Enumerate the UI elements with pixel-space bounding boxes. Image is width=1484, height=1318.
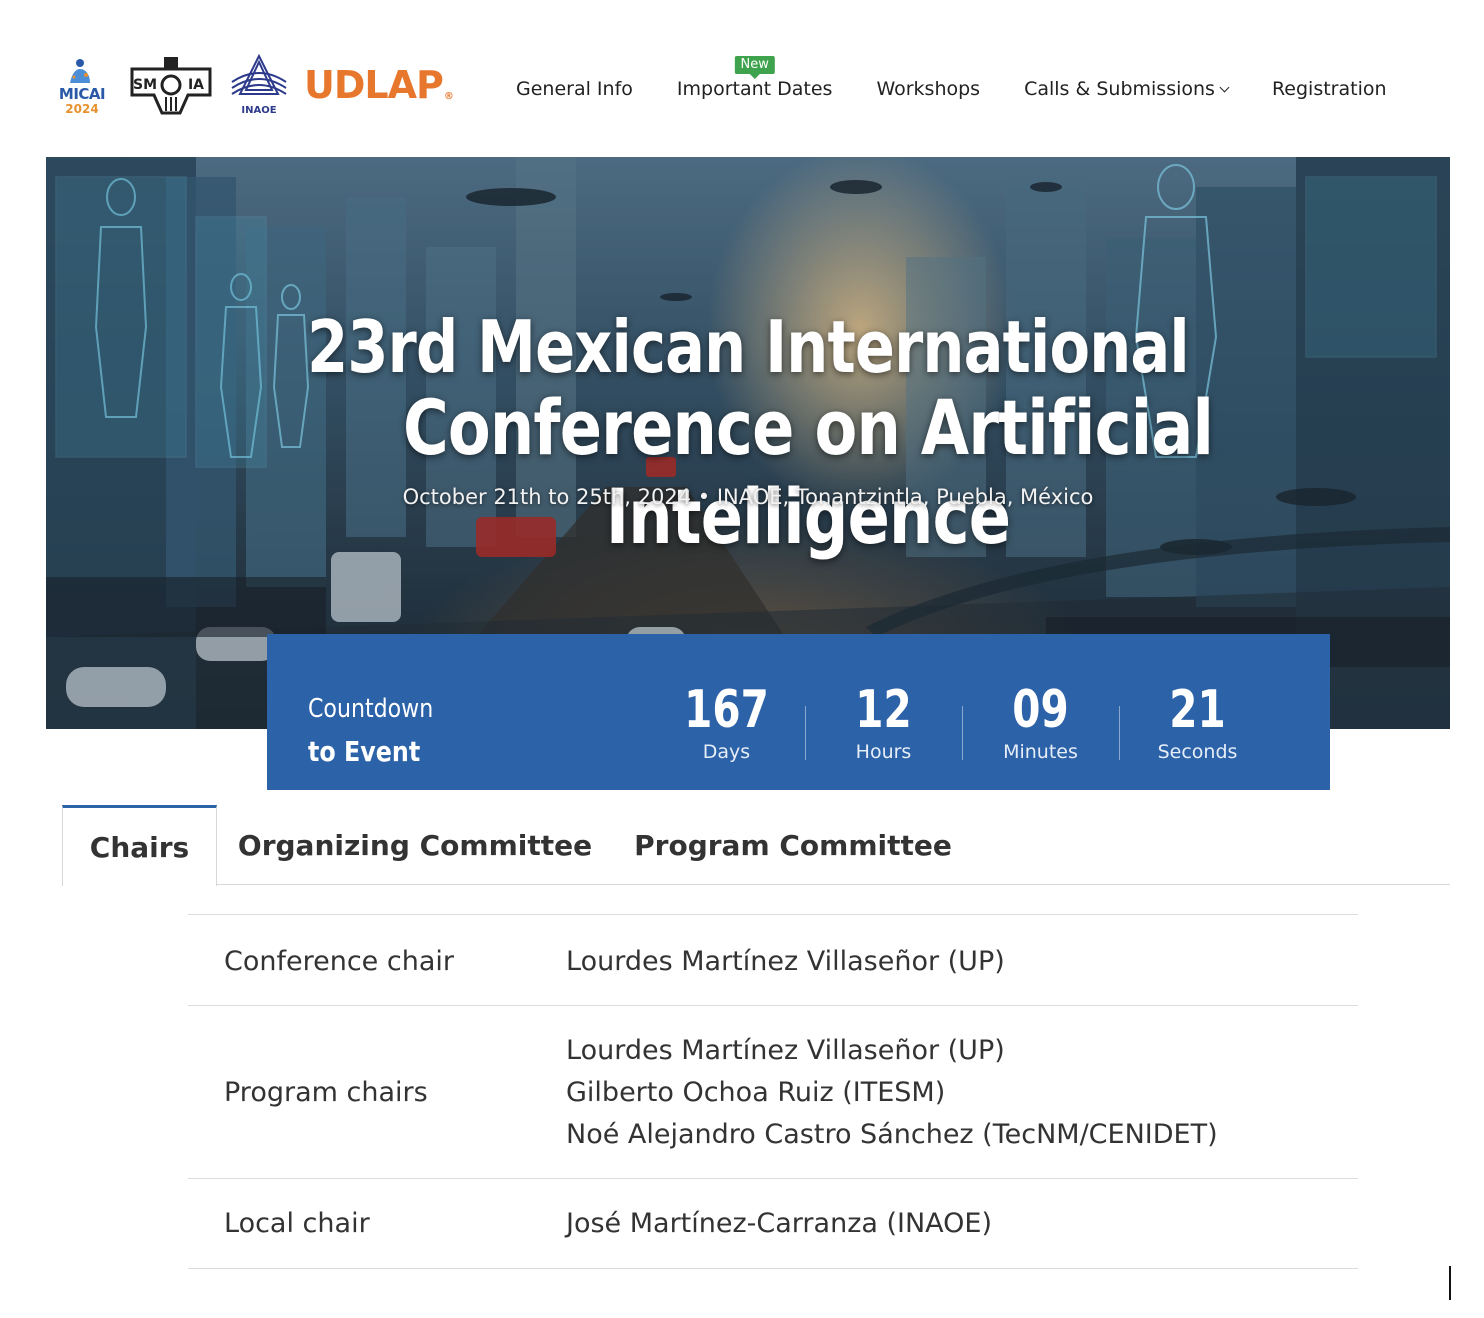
chair-names: Lourdes Martínez Villaseñor (UP) Gilbert…	[566, 1030, 1218, 1156]
countdown-hours: 12 Hours	[805, 680, 962, 764]
table-row: Local chair José Martínez-Carranza (INAO…	[188, 1178, 1358, 1269]
nav-registration[interactable]: Registration	[1272, 78, 1387, 100]
text-cursor	[1449, 1266, 1451, 1300]
chair-role: Program chairs	[224, 1077, 428, 1108]
micai-logo-year: 2024	[65, 102, 99, 116]
countdown-unit-label: Hours	[855, 741, 912, 764]
committee-tabs: Chairs Organizing Committee Program Comm…	[62, 805, 1450, 886]
site-header: MICAI 2024 SM IA INAOE UDLAP ® General I…	[0, 0, 1484, 150]
tab-chairs[interactable]: Chairs	[62, 805, 217, 886]
hero-subtitle: October 21th to 25th, 2024 • INAOE, Tona…	[402, 485, 1094, 509]
nav-label: Calls & Submissions	[1024, 78, 1215, 100]
chair-names: José Martínez-Carranza (INAOE)	[566, 1203, 992, 1245]
chair-name: Noé Alejandro Castro Sánchez (TecNM/CENI…	[566, 1119, 1218, 1150]
chair-role: Conference chair	[224, 946, 454, 977]
inaoe-logo-text: INAOE	[241, 105, 277, 116]
countdown-label-strong: to Event	[308, 735, 421, 768]
chair-role: Local chair	[224, 1208, 370, 1239]
hero-title-line-1: 23rd Mexican International	[307, 305, 1190, 389]
countdown-unit-label: Days	[702, 741, 751, 764]
nav-important-dates[interactable]: New Important Dates	[676, 56, 833, 100]
nav-label: Important Dates	[676, 78, 833, 100]
countdown-value: 12	[855, 680, 912, 740]
chevron-down-icon	[1219, 82, 1230, 93]
svg-text:IA: IA	[188, 77, 204, 93]
micai-figure-icon	[70, 59, 90, 83]
nav-general-info[interactable]: General Info	[516, 78, 633, 100]
chair-names: Lourdes Martínez Villaseñor (UP)	[566, 941, 1005, 983]
countdown-value: 21	[1169, 680, 1226, 740]
udlap-logo-text: UDLAP	[304, 63, 444, 107]
tab-label: Chairs	[89, 830, 190, 864]
countdown-panel: Countdown to Event 167 Days 12 Hours 09 …	[267, 634, 1330, 790]
chair-name: Lourdes Martínez Villaseñor (UP)	[566, 946, 1005, 977]
micai-logo[interactable]: MICAI 2024	[52, 53, 112, 117]
countdown-value: 09	[1012, 680, 1069, 740]
countdown-seconds: 21 Seconds	[1119, 680, 1276, 764]
countdown-unit-label: Minutes	[1003, 741, 1078, 764]
nav-calls-submissions[interactable]: Calls & Submissions	[1024, 78, 1230, 100]
nav-label: Workshops	[876, 78, 981, 100]
nav-label: General Info	[516, 78, 633, 100]
logo-bar: MICAI 2024 SM IA INAOE UDLAP ®	[52, 52, 454, 118]
new-badge: New	[734, 56, 775, 79]
tab-label: Organizing Committee	[237, 828, 593, 862]
table-row: Conference chair Lourdes Martínez Villas…	[188, 914, 1358, 1005]
udlap-logo[interactable]: UDLAP ®	[304, 63, 454, 107]
tab-organizing-committee[interactable]: Organizing Committee	[234, 805, 596, 885]
countdown-unit-label: Seconds	[1157, 741, 1238, 764]
registered-mark: ®	[443, 91, 454, 102]
nav-label: Registration	[1271, 78, 1387, 100]
countdown-days: 167 Days	[648, 680, 805, 764]
chairs-table: Conference chair Lourdes Martínez Villas…	[188, 914, 1358, 1269]
table-row: Program chairs Lourdes Martínez Villaseñ…	[188, 1005, 1358, 1178]
chair-name: Lourdes Martínez Villaseñor (UP)	[566, 1035, 1005, 1066]
main-nav: General Info New Important Dates Worksho…	[516, 56, 1387, 104]
tab-program-committee[interactable]: Program Committee	[628, 805, 958, 885]
inaoe-logo[interactable]: INAOE	[230, 53, 288, 116]
chair-name: Gilberto Ochoa Ruiz (ITESM)	[566, 1077, 946, 1108]
inaoe-emblem-icon	[231, 53, 287, 95]
hero-title-line-2: Conference on Artificial Intelligence	[402, 383, 1214, 561]
smia-logo[interactable]: SM IA	[128, 55, 214, 115]
micai-logo-text: MICAI	[58, 85, 106, 103]
countdown-value: 167	[684, 680, 769, 740]
countdown-minutes: 09 Minutes	[962, 680, 1119, 764]
svg-text:SM: SM	[133, 77, 157, 93]
tab-label: Program Committee	[634, 828, 952, 862]
nav-workshops[interactable]: Workshops	[876, 78, 980, 100]
countdown-label: Countdown	[308, 694, 434, 724]
chair-name: José Martínez-Carranza (INAOE)	[566, 1208, 993, 1239]
